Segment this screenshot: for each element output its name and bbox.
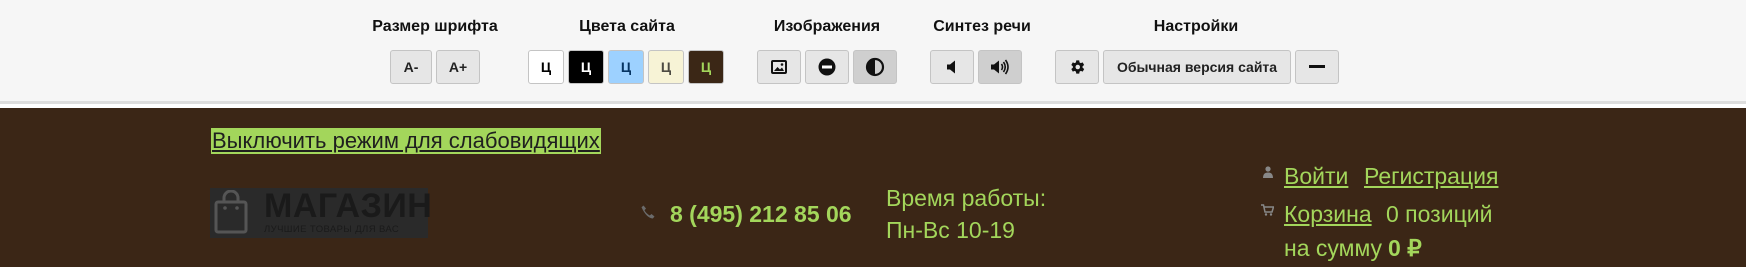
hours-value: Пн-Вс 10-19 xyxy=(886,217,1015,243)
user-icon xyxy=(1263,166,1273,178)
site-colors-group: Цвета сайта xyxy=(562,18,692,36)
images-group: Изображения xyxy=(766,18,888,36)
shopping-bag-icon xyxy=(214,190,248,234)
login-link[interactable]: Войти xyxy=(1284,162,1348,190)
images-title: Изображения xyxy=(773,18,881,35)
minus-icon xyxy=(1309,65,1325,68)
speech-title: Синтез речи xyxy=(933,18,1031,35)
site-logo[interactable]: МАГАЗИН ЛУЧШИЕ ТОВАРЫ ДЛЯ ВАС xyxy=(210,187,432,238)
register-link[interactable]: Регистрация xyxy=(1364,162,1498,190)
site-header: Выключить режим для слабовидящих МАГАЗИН… xyxy=(0,108,1746,267)
font-size-group: Размер шрифта xyxy=(372,18,498,36)
volume-up-icon xyxy=(991,59,1009,75)
gear-icon xyxy=(1071,60,1085,74)
collapse-panel-button[interactable] xyxy=(1295,50,1339,84)
color-scheme-brown-button[interactable]: Ц xyxy=(688,50,724,84)
speech-on-button[interactable] xyxy=(978,50,1022,84)
cart-icon xyxy=(1261,204,1274,216)
site-colors-title: Цвета сайта xyxy=(579,18,675,35)
normal-version-button[interactable]: Обычная версия сайта xyxy=(1103,50,1291,84)
color-scheme-white-button[interactable]: Ц xyxy=(528,50,564,84)
font-increase-button[interactable]: А+ xyxy=(436,50,480,84)
phone-icon xyxy=(641,205,655,219)
images-on-button[interactable] xyxy=(757,50,801,84)
contrast-icon xyxy=(865,57,885,77)
cart-count: 0 позиций xyxy=(1386,201,1493,227)
cart-link[interactable]: Корзина xyxy=(1284,200,1372,228)
images-off-button[interactable] xyxy=(805,50,849,84)
speech-off-button[interactable] xyxy=(930,50,974,84)
logo-subtitle: ЛУЧШИЕ ТОВАРЫ ДЛЯ ВАС xyxy=(264,224,400,235)
phone-number[interactable]: 8 (495) 212 85 06 xyxy=(670,200,852,228)
color-scheme-blue-button[interactable]: Ц xyxy=(608,50,644,84)
cart-sum-value: 0 ₽ xyxy=(1388,235,1422,261)
accessibility-panel: Размер шрифта А- А+ Цвета сайта Ц Ц Ц Ц … xyxy=(0,0,1746,104)
color-scheme-black-button[interactable]: Ц xyxy=(568,50,604,84)
hours-label: Время работы: xyxy=(886,185,1047,211)
font-decrease-button[interactable]: А- xyxy=(390,50,432,84)
color-scheme-beige-button[interactable]: Ц xyxy=(648,50,684,84)
volume-off-icon xyxy=(947,60,955,74)
images-grayscale-button[interactable] xyxy=(853,50,897,84)
settings-button[interactable] xyxy=(1055,50,1099,84)
cart-sum-label: на сумму xyxy=(1284,235,1383,261)
minus-circle-icon xyxy=(818,58,836,76)
logo-title: МАГАЗИН xyxy=(264,187,433,225)
disable-accessibility-link[interactable]: Выключить режим для слабовидящих xyxy=(211,128,601,154)
settings-title: Настройки xyxy=(1153,18,1239,35)
speech-group: Синтез речи xyxy=(926,18,1038,36)
image-icon xyxy=(771,60,787,74)
settings-group: Настройки xyxy=(1140,18,1252,36)
font-size-title: Размер шрифта xyxy=(372,18,498,35)
